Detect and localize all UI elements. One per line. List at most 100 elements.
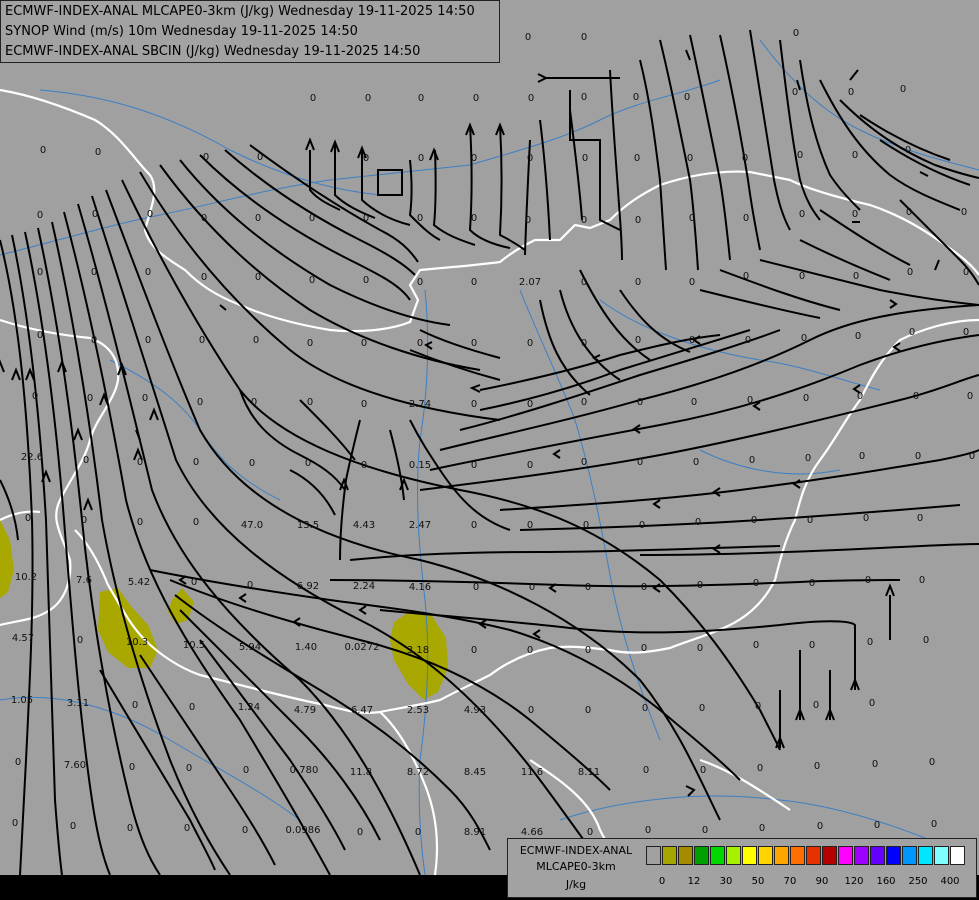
station-value: 0: [471, 338, 477, 349]
station-value: 0: [803, 393, 809, 404]
station-value: 0: [527, 399, 533, 410]
station-value: 0: [37, 267, 43, 278]
station-value: 0: [137, 517, 143, 528]
station-value: 0: [799, 271, 805, 282]
station-value: 0: [253, 335, 259, 346]
station-value: 0: [529, 582, 535, 593]
station-value: 0: [527, 460, 533, 471]
station-value: 0: [963, 267, 969, 278]
station-value: 0: [525, 215, 531, 226]
station-value: 0: [583, 520, 589, 531]
station-value: 1.05: [11, 695, 33, 706]
station-value: 0: [963, 327, 969, 338]
station-value: 0: [745, 335, 751, 346]
station-value: 6.92: [297, 581, 319, 592]
color-legend: ECMWF-INDEX-ANAL MLCAPE0-3km J/kg 0 12 30 5…: [507, 838, 977, 898]
station-value: 4.43: [353, 520, 375, 531]
station-value: 0: [923, 635, 929, 646]
station-value: 0: [913, 391, 919, 402]
legend-swatch: [726, 846, 741, 865]
station-value: 3.11: [67, 698, 89, 709]
station-value: 0: [585, 582, 591, 593]
station-value: 11.8: [350, 767, 372, 778]
station-value: 0: [634, 153, 640, 164]
station-value: 0: [193, 517, 199, 528]
station-value: 0: [127, 823, 133, 834]
station-value: 0: [581, 215, 587, 226]
title-line-wind: SYNOP Wind (m/s) 10m Wednesday 19-11-202…: [5, 24, 358, 39]
station-value: 0: [12, 818, 18, 829]
station-value: 8.72: [407, 767, 429, 778]
station-value: 0: [807, 515, 813, 526]
station-value: 0: [145, 335, 151, 346]
station-value: 0: [415, 827, 421, 838]
station-value: 0: [792, 87, 798, 98]
station-value: 0: [814, 761, 820, 772]
station-value: 0: [40, 145, 46, 156]
legend-tick-label: 50: [751, 876, 765, 887]
station-value: 0: [471, 520, 477, 531]
station-value: 0: [797, 150, 803, 161]
station-value: 0: [363, 275, 369, 286]
station-value: 0: [81, 515, 87, 526]
station-value: 0: [915, 451, 921, 462]
station-value: 0: [687, 153, 693, 164]
station-value: 22.6: [21, 452, 43, 463]
station-value: 0.0272: [345, 642, 380, 653]
map-title-box: ECMWF-INDEX-ANAL MLCAPE0-3km (J/kg) Wedn…: [0, 0, 500, 63]
legend-swatch: [790, 846, 805, 865]
station-value: 0: [689, 335, 695, 346]
station-value: 0: [848, 87, 854, 98]
station-value: 0: [637, 457, 643, 468]
legend-tick-label: 30: [719, 876, 733, 887]
station-value: 7.60: [64, 760, 86, 771]
station-value: 0.0986: [286, 825, 321, 836]
station-value: 0: [361, 338, 367, 349]
station-value: 0: [361, 460, 367, 471]
station-value: 1.24: [238, 702, 260, 713]
station-value: 0.780: [290, 765, 319, 776]
title-line-cape: ECMWF-INDEX-ANAL MLCAPE0-3km (J/kg) Wedn…: [5, 4, 475, 19]
station-value: 0: [809, 640, 815, 651]
station-value: 0: [92, 209, 98, 220]
station-value: 0: [742, 153, 748, 164]
station-value: 0: [793, 28, 799, 39]
legend-swatch: [662, 846, 677, 865]
station-value: 0: [635, 277, 641, 288]
station-value: 0: [418, 93, 424, 104]
station-value: 0: [83, 455, 89, 466]
station-value: 0: [528, 705, 534, 716]
station-value: 5.42: [128, 577, 150, 588]
station-value: 0: [689, 213, 695, 224]
legend-tick-label: 0: [658, 876, 666, 887]
station-value: 0: [919, 575, 925, 586]
station-value: 0: [751, 515, 757, 526]
station-value: 0: [249, 458, 255, 469]
station-value: 0: [243, 765, 249, 776]
legend-swatch: [774, 846, 789, 865]
station-value: 0: [743, 213, 749, 224]
station-value: 0: [747, 395, 753, 406]
station-value: 0: [799, 209, 805, 220]
station-value: 0: [700, 765, 706, 776]
station-value: 0: [697, 580, 703, 591]
station-value: 2.07: [519, 277, 541, 288]
station-value: 0: [527, 338, 533, 349]
station-value: 4.79: [294, 705, 316, 716]
station-value: 0: [201, 213, 207, 224]
station-value: 0: [753, 640, 759, 651]
station-value: 7.6: [76, 575, 92, 586]
legend-tick-label: 70: [783, 876, 797, 887]
legend-swatch: [822, 846, 837, 865]
station-value: 0: [859, 451, 865, 462]
station-value: 0: [865, 575, 871, 586]
station-value: 0: [87, 393, 93, 404]
station-value: 0: [929, 757, 935, 768]
station-value: 10.3: [126, 637, 148, 648]
legend-swatch: [918, 846, 933, 865]
station-value: 0: [809, 578, 815, 589]
station-value: 4.93: [464, 705, 486, 716]
station-value: 0: [193, 457, 199, 468]
station-value: 0: [32, 391, 38, 402]
station-value: 0: [635, 335, 641, 346]
